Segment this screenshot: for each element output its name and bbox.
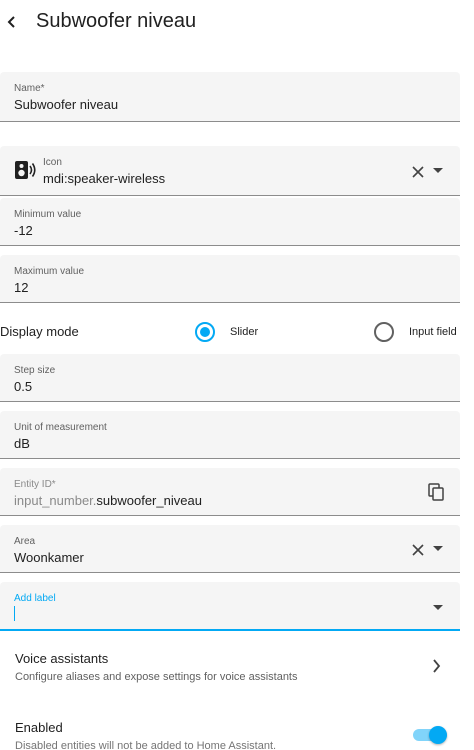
entity-id-label: Entity ID* [14, 479, 56, 490]
slider-radio[interactable] [195, 322, 215, 342]
input-field-radio-label: Input field [409, 326, 457, 338]
icon-dropdown-button[interactable] [431, 164, 445, 178]
entity-id-value: input_number.subwoofer_niveau [14, 493, 202, 508]
entity-id-field[interactable]: Entity ID* input_number.subwoofer_niveau [0, 468, 460, 516]
entity-id-object: subwoofer_niveau [96, 493, 202, 508]
toggle-thumb [429, 726, 447, 744]
area-label: Area [14, 536, 36, 547]
speaker-wireless-icon [15, 161, 36, 179]
caret-down-icon [433, 605, 443, 610]
copy-icon [428, 483, 444, 501]
minimum-value-value: -12 [14, 223, 33, 238]
clear-area-button[interactable] [410, 542, 426, 558]
caret-down-icon [433, 546, 443, 551]
step-size-value: 0.5 [14, 379, 33, 394]
voice-assistants-title: Voice assistants [15, 651, 109, 666]
minimum-value-field[interactable]: Minimum value -12 [0, 198, 460, 246]
icon-value: mdi:speaker-wireless [43, 171, 166, 186]
enabled-title: Enabled [15, 720, 63, 735]
copy-entity-id-button[interactable] [427, 483, 445, 501]
area-value: Woonkamer [14, 550, 84, 565]
name-label: Name* [14, 83, 45, 94]
step-size-field[interactable]: Step size 0.5 [0, 354, 460, 402]
label-dropdown-button[interactable] [431, 601, 445, 615]
minimum-value-label: Minimum value [14, 209, 82, 220]
input-field-radio[interactable] [374, 322, 394, 342]
chevron-right-icon [433, 659, 441, 673]
enabled-subtitle: Disabled entities will not be added to H… [15, 740, 277, 750]
voice-assistants-row[interactable]: Voice assistants Configure aliases and e… [0, 642, 474, 690]
area-field[interactable]: Area Woonkamer [0, 525, 460, 573]
add-label-label: Add label [14, 593, 56, 604]
enabled-toggle[interactable] [413, 726, 447, 744]
unit-value: dB [14, 436, 30, 451]
unit-of-measurement-field[interactable]: Unit of measurement dB [0, 411, 460, 459]
area-dropdown-button[interactable] [431, 542, 445, 556]
maximum-value-label: Maximum value [14, 266, 85, 277]
text-cursor [14, 606, 15, 621]
page-header: Subwoofer niveau [0, 0, 474, 44]
add-label-field[interactable]: Add label [0, 582, 460, 631]
close-icon [412, 544, 424, 556]
caret-down-icon [433, 168, 443, 173]
close-icon [412, 166, 424, 178]
name-field[interactable]: Name* Subwoofer niveau [0, 72, 460, 122]
slider-radio-label: Slider [230, 326, 259, 338]
icon-label: Icon [43, 157, 62, 168]
entity-id-prefix: input_number. [14, 493, 97, 508]
chevron-left-icon [7, 16, 15, 28]
name-value: Subwoofer niveau [14, 97, 119, 112]
voice-assistants-subtitle: Configure aliases and expose settings fo… [15, 671, 298, 683]
display-mode-label: Display mode [0, 324, 79, 339]
clear-icon-button[interactable] [410, 164, 426, 180]
icon-field[interactable]: Icon mdi:speaker-wireless [0, 146, 460, 196]
maximum-value-field[interactable]: Maximum value 12 [0, 255, 460, 303]
page-title: Subwoofer niveau [36, 10, 197, 32]
step-size-label: Step size [14, 365, 56, 376]
maximum-value-value: 12 [14, 280, 29, 295]
back-button[interactable] [0, 8, 24, 36]
unit-label: Unit of measurement [14, 422, 107, 433]
display-mode-row: Display mode Slider Input field [0, 318, 474, 346]
